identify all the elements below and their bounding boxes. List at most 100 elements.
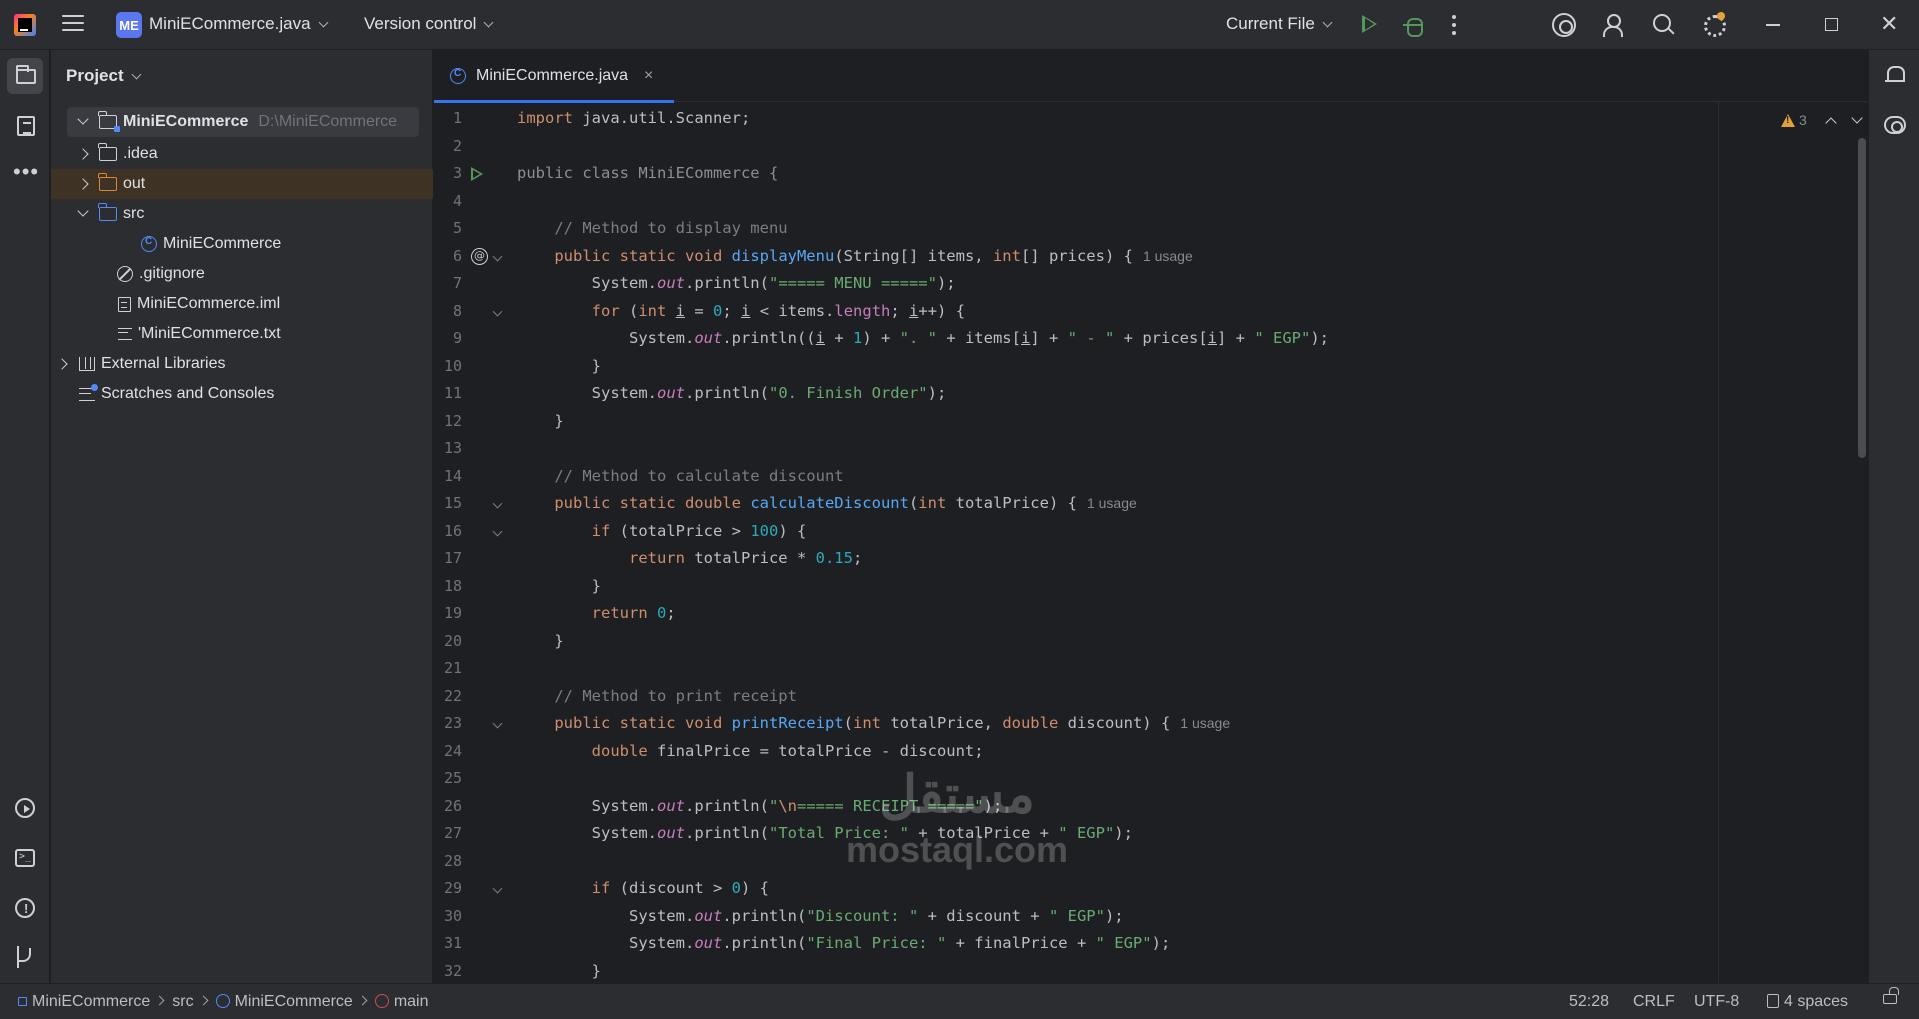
folder-icon <box>16 65 36 84</box>
settings-gear-icon[interactable] <box>1702 12 1726 37</box>
breadcrumb-project[interactable]: MiniECommerce <box>32 993 150 1010</box>
notifications-bell-icon[interactable] <box>1885 66 1905 86</box>
module-icon <box>18 997 27 1006</box>
more-actions-icon[interactable] <box>1452 15 1456 35</box>
more-tools-button[interactable]: ••• <box>7 154 43 190</box>
structure-tool-button[interactable] <box>7 108 43 144</box>
tree-label: MiniECommerce <box>163 235 282 252</box>
module-folder-icon <box>98 111 120 132</box>
tree-item-gitignore[interactable]: .gitignore <box>51 259 433 289</box>
project-switcher[interactable]: MiniECommerce.java <box>149 14 328 34</box>
structure-icon <box>17 116 35 136</box>
tree-item-iml[interactable]: MiniECommerce.iml <box>51 289 433 319</box>
folder-icon <box>98 143 117 161</box>
search-icon[interactable] <box>1652 13 1676 37</box>
collapse-arrow-icon[interactable] <box>77 205 89 217</box>
breadcrumb-method[interactable]: main <box>394 993 429 1010</box>
window-close-button[interactable]: ✕ <box>1880 13 1898 35</box>
indent-settings[interactable]: 4 spaces <box>1767 993 1848 1011</box>
project-name: MiniECommerce.java <box>149 14 311 33</box>
caret-position[interactable]: 52:28 <box>1569 993 1609 1011</box>
tab-minicommerce-java[interactable]: MiniECommerce.java × <box>434 50 674 103</box>
fold-icon[interactable] <box>492 251 503 261</box>
chevron-right-icon <box>198 995 209 1006</box>
method-icon <box>374 994 389 1008</box>
java-class-icon <box>450 68 466 84</box>
run-config-selector[interactable]: Current File <box>1226 14 1333 34</box>
file-encoding[interactable]: UTF-8 <box>1694 993 1739 1011</box>
file-lock-icon[interactable] <box>1883 987 1899 1004</box>
tab-close-icon[interactable]: × <box>644 67 653 85</box>
chevron-right-icon <box>357 995 368 1006</box>
tree-label: Scratches and Consoles <box>101 385 275 402</box>
code-line: 16 if (totalPrice > 100) { <box>443 521 807 540</box>
project-panel-title[interactable]: Project <box>66 66 142 86</box>
code-line: 31 System.out.println("Final Price: " + … <box>443 934 1171 952</box>
fold-icon[interactable] <box>492 526 503 536</box>
indent-icon <box>1767 994 1779 1008</box>
right-tool-strip <box>1868 50 1919 983</box>
tree-item-class[interactable]: MiniECommerce <box>51 229 433 259</box>
intellij-logo-icon[interactable] <box>14 14 36 36</box>
project-path-hint: D:\MiniECommerce <box>258 113 398 130</box>
debug-icon[interactable] <box>1403 13 1423 37</box>
terminal-tool-button[interactable]: >_ <box>7 840 43 876</box>
code-line: 18 } <box>443 576 601 595</box>
problems-tool-button[interactable]: ! <box>7 890 43 926</box>
tree-label: .gitignore <box>139 265 205 282</box>
breadcrumb-src[interactable]: src <box>172 993 193 1010</box>
tree-item-idea[interactable]: .idea <box>51 139 433 169</box>
fold-icon[interactable] <box>492 718 503 729</box>
status-bar: MiniECommerce src MiniECommerce main 52:28 … <box>0 983 1919 1019</box>
expand-arrow-icon[interactable] <box>77 113 89 125</box>
project-tool-button[interactable] <box>7 58 43 94</box>
ai-chat-icon[interactable] <box>1884 116 1906 134</box>
module-file-icon <box>118 296 131 312</box>
title-bar: ME MiniECommerce.java Version control Cu… <box>0 0 1919 50</box>
tree-item-txt[interactable]: 'MiniECommerce.txt <box>51 319 433 349</box>
tree-label: 'MiniECommerce.txt <box>138 325 281 342</box>
run-icon[interactable] <box>1362 15 1377 33</box>
tree-item-src[interactable]: src <box>51 199 433 229</box>
fold-icon[interactable] <box>492 306 503 316</box>
tree-item-root[interactable]: MiniECommerce D:\MiniECommerce <box>67 107 419 137</box>
window-restore-button[interactable] <box>1825 18 1838 31</box>
vertical-scrollbar[interactable] <box>1858 138 1866 458</box>
breadcrumb-class[interactable]: MiniECommerce <box>235 993 353 1010</box>
code-line: 13 <box>443 439 462 457</box>
project-panel: Project MiniECommerce D:\MiniECommerce .… <box>51 50 433 983</box>
code-line: 11 System.out.println("0. Finish Order")… <box>443 384 947 402</box>
tree-item-scratches[interactable]: Scratches and Consoles <box>51 379 433 409</box>
gitignore-icon <box>117 266 133 282</box>
code-line: 22 // Method to print receipt <box>443 686 797 705</box>
code-line: 1 import java.util.Scanner; <box>452 109 751 127</box>
more-dots-icon: ••• <box>13 159 40 184</box>
code-line: 21 <box>443 659 462 677</box>
run-class-gutter-icon[interactable] <box>471 167 483 181</box>
line-separator[interactable]: CRLF <box>1633 993 1675 1011</box>
tree-item-out[interactable]: out <box>51 169 433 199</box>
annotation-gutter-icon[interactable]: @ <box>471 247 488 265</box>
code-line: 19 return 0; <box>443 604 676 622</box>
add-user-icon[interactable] <box>1603 13 1627 37</box>
main-menu-icon[interactable] <box>62 15 84 35</box>
fold-icon[interactable] <box>492 883 503 894</box>
window-minimize-button[interactable] <box>1766 24 1780 26</box>
code-line: 32 } <box>443 961 601 980</box>
excluded-folder-icon <box>98 173 117 191</box>
expand-arrow-icon[interactable] <box>56 358 68 370</box>
project-badge[interactable]: ME <box>116 12 142 38</box>
tree-item-external-libraries[interactable]: External Libraries <box>51 349 433 379</box>
version-control-menu[interactable]: Version control <box>364 14 494 34</box>
services-tool-button[interactable] <box>7 790 43 826</box>
code-line: 6 @ public static void displayMenu(String… <box>452 246 1193 265</box>
code-area[interactable]: 1 import java.util.Scanner; 2 3 public cla… <box>434 102 1868 983</box>
editor-tab-bar: MiniECommerce.java × <box>434 50 1868 103</box>
git-tool-button[interactable] <box>7 940 43 976</box>
chevron-right-icon <box>154 995 165 1006</box>
expand-arrow-icon[interactable] <box>77 178 89 190</box>
text-file-icon <box>118 328 132 340</box>
expand-arrow-icon[interactable] <box>77 148 89 160</box>
ai-assistant-icon[interactable] <box>1552 13 1576 37</box>
fold-icon[interactable] <box>492 498 503 509</box>
